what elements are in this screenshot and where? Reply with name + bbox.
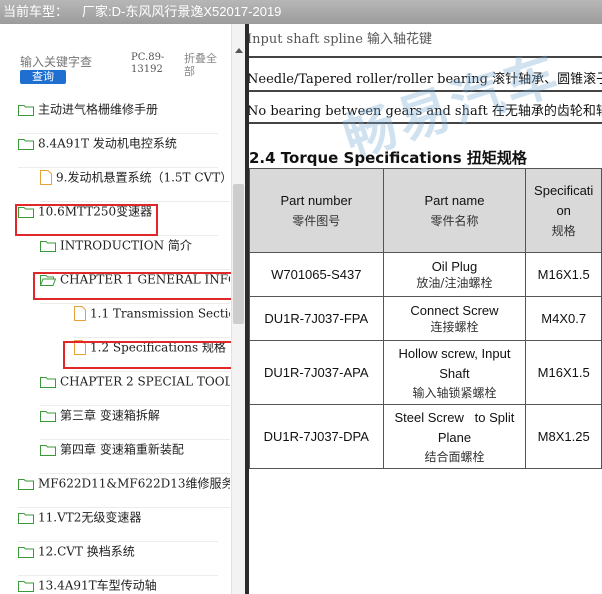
tree-item-label: 8.4A91T 发动机电控系统 bbox=[38, 136, 177, 151]
tree-item-label: 第三章 变速箱拆解 bbox=[60, 408, 160, 423]
part-spec: M16X1.5 bbox=[525, 340, 602, 405]
scroll-thumb[interactable] bbox=[233, 184, 244, 324]
part-name: Hollow screw, Input Shaft 输入轴锁紧螺栓 bbox=[382, 340, 527, 405]
folder-icon bbox=[18, 104, 34, 116]
header-en: Part number bbox=[280, 192, 353, 208]
table-row: DU1R-7J037-FPA Connect Screw 连接螺栓 M4X0.7 bbox=[249, 296, 602, 341]
part-name-cn: 输入轴锁紧螺栓 bbox=[412, 386, 497, 400]
pc-code: PC.89-13192 bbox=[131, 52, 165, 75]
part-name-cn: 连接螺栓 bbox=[430, 319, 479, 334]
current-model-label: 当前车型： bbox=[3, 4, 69, 19]
part-name-cn: 结合面螺栓 bbox=[424, 450, 485, 464]
tree-item[interactable]: 11.VT2无级变速器 bbox=[18, 508, 218, 542]
header-cn: 规格 bbox=[551, 223, 576, 238]
tree-item-label: 主动进气格栅维修手册 bbox=[38, 102, 159, 117]
document-icon bbox=[40, 170, 52, 185]
table-row: DU1R-7J037-APA Hollow screw, Input Shaft… bbox=[249, 340, 602, 405]
document-pane: Input shaft spline 输入轴花键 Needle/Tapered … bbox=[249, 24, 602, 594]
tree-pane: 查询 PC.89-13192 折叠全部 主动进气格栅维修手册 8.4A91T 发… bbox=[0, 24, 245, 594]
torque-spec-table: Part number 零件图号 Part name 零件名称 Specificat… bbox=[249, 168, 602, 469]
tree-item[interactable]: 第四章 变速箱重新装配 bbox=[40, 440, 230, 474]
tree-item-label: 12.CVT 换档系统 bbox=[38, 544, 135, 559]
folder-icon bbox=[40, 376, 56, 388]
tree-item-label: 13.4A91T车型传动轴 bbox=[38, 578, 157, 593]
tree-item-label: 第四章 变速箱重新装配 bbox=[60, 442, 184, 457]
part-spec: M4X0.7 bbox=[525, 296, 602, 341]
part-name: Steel Screw to Split Plane 结合面螺栓 bbox=[382, 404, 527, 469]
header-en: Part name bbox=[424, 192, 485, 208]
collapse-all-button[interactable]: 折叠全部 bbox=[184, 52, 226, 78]
part-name-en: Oil Plug bbox=[431, 258, 478, 274]
table-row: W701065-S437 Oil Plug 放油/注油螺栓 M16X1.5 bbox=[249, 252, 602, 297]
tree-item[interactable]: CHAPTER 2 SPECIAL TOOLS bbox=[40, 372, 230, 406]
highlight-box bbox=[63, 341, 238, 369]
scroll-up-arrow-icon[interactable] bbox=[235, 48, 243, 53]
part-name-en: Hollow screw, Input Shaft bbox=[398, 346, 511, 381]
part-number: DU1R-7J037-DPA bbox=[249, 404, 384, 469]
document-text-line: Input shaft spline 输入轴花键 bbox=[249, 32, 433, 47]
header-en: Specification bbox=[534, 182, 594, 218]
header-cn: 零件名称 bbox=[430, 213, 479, 228]
part-name-cn: 放油/注油螺栓 bbox=[416, 275, 493, 290]
tree-item[interactable]: 13.4A91T车型传动轴 bbox=[18, 576, 218, 594]
tree-item-label: 9.发动机悬置系统（1.5T CVT） bbox=[56, 170, 230, 185]
search-area: 查询 PC.89-13192 折叠全部 bbox=[0, 24, 230, 94]
part-name-en: Connect Screw bbox=[410, 302, 499, 318]
tree-item-label: 1.1 Transmission Section bbox=[90, 306, 230, 321]
folder-icon bbox=[40, 240, 56, 252]
tree-item[interactable]: MF622D11&MF622D13维修服务 bbox=[18, 474, 230, 508]
part-spec: M8X1.25 bbox=[525, 404, 602, 469]
folder-icon bbox=[18, 546, 34, 558]
highlight-box bbox=[15, 204, 158, 236]
header-cn: 零件图号 bbox=[292, 213, 341, 228]
part-spec: M16X1.5 bbox=[525, 252, 602, 297]
part-name-en: Steel Screw to Split Plane bbox=[394, 410, 519, 445]
table-header: Part number 零件图号 bbox=[249, 168, 384, 253]
tree-item[interactable]: 第三章 变速箱拆解 bbox=[40, 406, 230, 440]
tree-item-label: CHAPTER 2 SPECIAL TOOLS bbox=[60, 374, 230, 389]
tree-item[interactable]: 8.4A91T 发动机电控系统 bbox=[18, 134, 218, 168]
part-number: DU1R-7J037-FPA bbox=[249, 296, 384, 341]
table-header-row: Part number 零件图号 Part name 零件名称 Specificat… bbox=[249, 168, 602, 253]
tree-item-label: MF622D11&MF622D13维修服务 bbox=[38, 476, 230, 491]
folder-icon bbox=[18, 138, 34, 150]
table-row: DU1R-7J037-DPA Steel Screw to Split Plan… bbox=[249, 404, 602, 469]
current-model-value: 厂家:D-东风风行景逸X52017-2019 bbox=[82, 4, 282, 19]
tree-item[interactable]: 主动进气格栅维修手册 bbox=[18, 100, 218, 134]
folder-icon bbox=[40, 410, 56, 422]
part-number: DU1R-7J037-APA bbox=[249, 340, 384, 405]
tree-item[interactable]: 12.CVT 换档系统 bbox=[18, 542, 218, 576]
table-header: Part name 零件名称 bbox=[382, 168, 527, 253]
search-button[interactable]: 查询 bbox=[20, 70, 66, 84]
folder-icon bbox=[18, 478, 34, 490]
title-bar: 当前车型： 厂家:D-东风风行景逸X52017-2019 bbox=[0, 0, 602, 24]
tree-scrollbar[interactable] bbox=[231, 24, 245, 594]
tree-item-label: INTRODUCTION 简介 bbox=[60, 238, 192, 253]
part-number: W701065-S437 bbox=[249, 252, 384, 297]
tree-item[interactable]: 1.1 Transmission Section bbox=[74, 304, 230, 338]
part-name: Connect Screw 连接螺栓 bbox=[382, 296, 527, 341]
tree-item[interactable]: 9.发动机悬置系统（1.5T CVT） bbox=[40, 168, 230, 202]
tree-item[interactable]: INTRODUCTION 简介 bbox=[40, 236, 230, 270]
folder-icon bbox=[40, 444, 56, 456]
document-icon bbox=[74, 306, 86, 321]
part-name: Oil Plug 放油/注油螺栓 bbox=[382, 252, 527, 297]
tree-item-label: 11.VT2无级变速器 bbox=[38, 510, 142, 525]
search-input[interactable] bbox=[20, 54, 122, 70]
folder-icon bbox=[18, 580, 34, 592]
highlight-box bbox=[33, 272, 245, 300]
table-header: Specification 规格 bbox=[525, 168, 602, 253]
folder-icon bbox=[18, 512, 34, 524]
section-title: 2.4 Torque Specifications 扭矩规格 bbox=[249, 149, 527, 167]
